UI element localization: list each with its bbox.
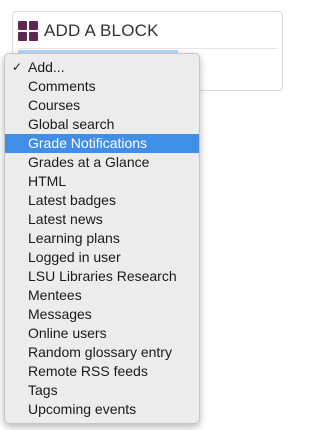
dropdown-option-messages[interactable]: Messages <box>5 305 199 324</box>
add-block-dropdown-menu[interactable]: ✓ Add... Comments Courses Global search … <box>4 53 200 424</box>
option-label: LSU Libraries Research <box>28 268 177 284</box>
dropdown-option-mentees[interactable]: Mentees <box>5 286 199 305</box>
option-label: Learning plans <box>28 230 120 246</box>
dropdown-option-grades-at-a-glance[interactable]: Grades at a Glance <box>5 153 199 172</box>
dropdown-option-comments[interactable]: Comments <box>5 77 199 96</box>
option-label: Courses <box>28 97 81 113</box>
option-label: Tags <box>28 382 58 398</box>
option-label: Random glossary entry <box>28 344 172 360</box>
option-label: Grades at a Glance <box>28 154 150 170</box>
block-divider <box>18 48 277 49</box>
option-label: Add... <box>28 59 65 75</box>
dropdown-option-upcoming-events[interactable]: Upcoming events <box>5 400 199 419</box>
dropdown-option-latest-badges[interactable]: Latest badges <box>5 191 199 210</box>
dropdown-option-learning-plans[interactable]: Learning plans <box>5 229 199 248</box>
option-label: Mentees <box>28 287 82 303</box>
grid-icon <box>18 21 38 41</box>
option-label: Upcoming events <box>28 401 137 417</box>
option-label: Remote RSS feeds <box>28 363 148 379</box>
dropdown-option-add[interactable]: ✓ Add... <box>5 58 199 77</box>
dropdown-option-grade-notifications[interactable]: Grade Notifications <box>5 134 199 153</box>
dropdown-option-tags[interactable]: Tags <box>5 381 199 400</box>
option-label: Latest news <box>28 211 103 227</box>
block-header: ADD A BLOCK <box>18 21 159 41</box>
option-label: Global search <box>28 116 115 132</box>
option-label: Logged in user <box>28 249 121 265</box>
option-label: Latest badges <box>28 192 116 208</box>
option-label: Online users <box>28 325 107 341</box>
option-label: Messages <box>28 306 92 322</box>
option-label: HTML <box>28 173 67 189</box>
dropdown-option-online-users[interactable]: Online users <box>5 324 199 343</box>
dropdown-option-logged-in-user[interactable]: Logged in user <box>5 248 199 267</box>
dropdown-option-random-glossary-entry[interactable]: Random glossary entry <box>5 343 199 362</box>
dropdown-option-remote-rss-feeds[interactable]: Remote RSS feeds <box>5 362 199 381</box>
option-label: Grade Notifications <box>28 135 148 151</box>
dropdown-option-html[interactable]: HTML <box>5 172 199 191</box>
dropdown-option-latest-news[interactable]: Latest news <box>5 210 199 229</box>
block-title: ADD A BLOCK <box>44 21 159 40</box>
dropdown-option-courses[interactable]: Courses <box>5 96 199 115</box>
dropdown-option-global-search[interactable]: Global search <box>5 115 199 134</box>
dropdown-option-lsu-libraries-research[interactable]: LSU Libraries Research <box>5 267 199 286</box>
option-label: Comments <box>28 78 96 94</box>
checkmark-icon: ✓ <box>12 60 23 74</box>
